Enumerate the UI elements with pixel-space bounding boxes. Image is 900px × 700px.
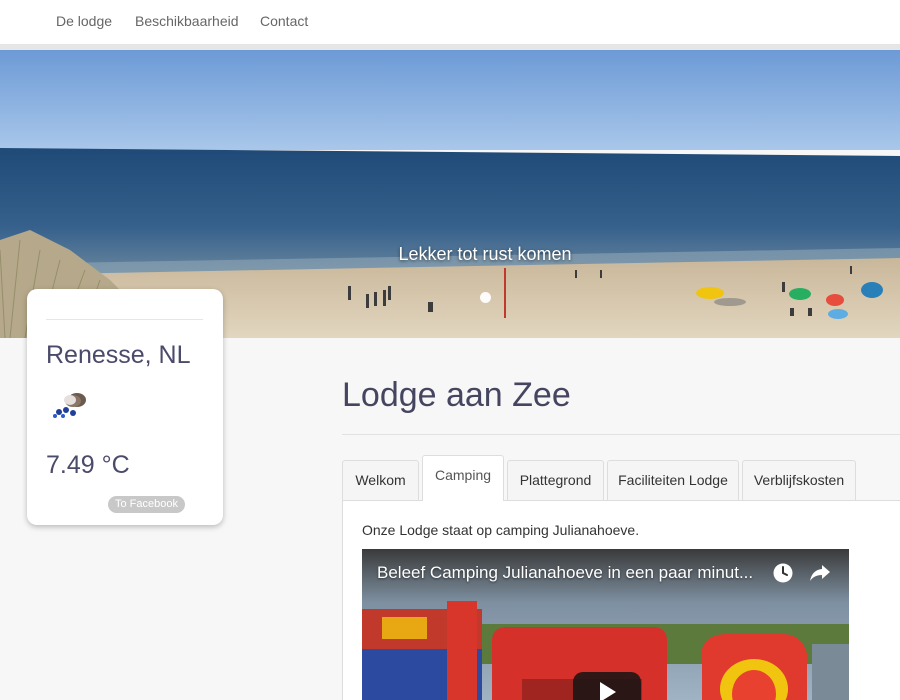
to-facebook-button[interactable]: To Facebook bbox=[108, 496, 185, 513]
hero-caption: Lekker tot rust komen bbox=[398, 244, 572, 264]
rain-cloud-icon bbox=[53, 393, 86, 418]
page-title: Lodge aan Zee bbox=[342, 376, 571, 414]
nav-item-de-lodge[interactable]: De lodge bbox=[56, 13, 112, 29]
tab-bar: Welkom Camping Plattegrond Faciliteiten … bbox=[342, 455, 900, 501]
tab-plattegrond[interactable]: Plattegrond bbox=[507, 460, 604, 500]
title-divider bbox=[342, 434, 900, 435]
weather-temperature: 7.49 °C bbox=[46, 451, 130, 479]
tab-faciliteiten-lodge[interactable]: Faciliteiten Lodge bbox=[607, 460, 739, 500]
carousel-indicator-dot[interactable] bbox=[480, 292, 491, 303]
top-navigation: De lodge Beschikbaarheid Contact bbox=[0, 0, 900, 45]
tab-panel-text: Onze Lodge staat op camping Julianahoeve… bbox=[362, 522, 640, 538]
weather-widget: Renesse, NL 7.49 °C To Facebook bbox=[27, 289, 223, 525]
nav-item-beschikbaarheid[interactable]: Beschikbaarheid bbox=[135, 13, 239, 29]
tab-verblijfskosten[interactable]: Verblijfskosten bbox=[742, 460, 856, 500]
video-title[interactable]: Beleef Camping Julianahoeve in een paar … bbox=[377, 563, 753, 583]
play-icon[interactable] bbox=[573, 672, 641, 700]
nav-item-contact[interactable]: Contact bbox=[260, 13, 308, 29]
share-arrow-icon[interactable] bbox=[809, 563, 831, 583]
tab-camping[interactable]: Camping bbox=[422, 455, 504, 501]
clock-icon[interactable] bbox=[773, 563, 793, 583]
video-player[interactable]: Beleef Camping Julianahoeve in een paar … bbox=[362, 549, 849, 700]
weather-city: Renesse, NL bbox=[46, 341, 191, 369]
weather-divider bbox=[46, 319, 203, 320]
tab-welkom[interactable]: Welkom bbox=[342, 460, 419, 500]
